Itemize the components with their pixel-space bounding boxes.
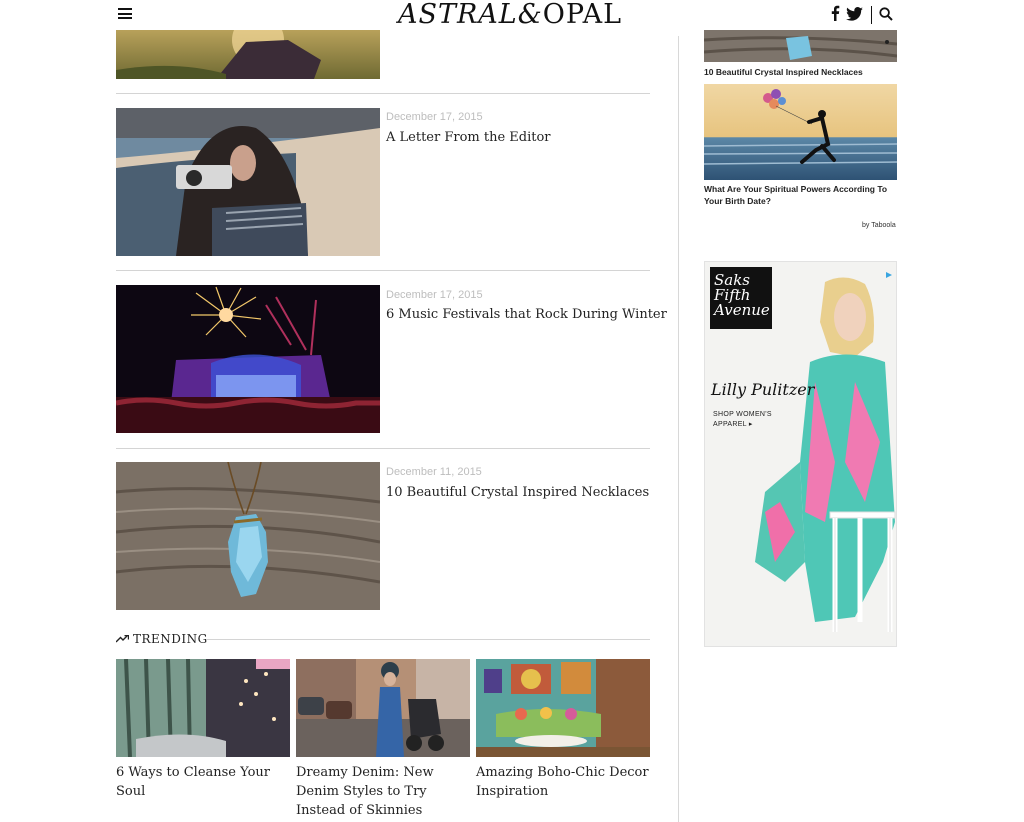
- adchoices-icon[interactable]: [885, 264, 893, 278]
- article-title[interactable]: A Letter From the Editor: [386, 130, 551, 145]
- trend-arrow-icon: [115, 632, 133, 646]
- trending-divider: [206, 639, 650, 640]
- twitter-icon[interactable]: [846, 6, 863, 25]
- ad-brand-logo: Saks Fifth Avenue: [710, 267, 772, 329]
- header-separator: [871, 6, 872, 24]
- trending-title[interactable]: Dreamy Denim: New Denim Styles to Try In…: [296, 763, 472, 820]
- article-title[interactable]: 10 Beautiful Crystal Inspired Necklaces: [386, 485, 649, 500]
- trending-thumbnail[interactable]: [116, 659, 290, 757]
- article-title[interactable]: 6 Music Festivals that Rock During Winte…: [386, 307, 667, 322]
- article-date: December 11, 2015: [386, 466, 482, 478]
- article-date: December 17, 2015: [386, 289, 483, 301]
- site-header: ASTRAL&OPAL: [0, 0, 1024, 30]
- article-thumbnail[interactable]: [116, 285, 380, 433]
- advertisement[interactable]: Saks Fifth Avenue Lilly Pulitzer SHOP WO…: [704, 261, 897, 647]
- trending-text: TRENDING: [133, 632, 208, 646]
- sidebar-rec-caption[interactable]: 10 Beautiful Crystal Inspired Necklaces: [704, 66, 896, 78]
- sidebar-rec-caption[interactable]: What Are Your Spiritual Powers According…: [704, 183, 896, 207]
- article-date: December 17, 2015: [386, 111, 483, 123]
- trending-thumbnail[interactable]: [476, 659, 650, 757]
- sidebar-rec-thumbnail[interactable]: [704, 84, 897, 180]
- search-icon[interactable]: [879, 6, 893, 25]
- hamburger-icon[interactable]: [118, 8, 132, 19]
- article-divider: [116, 93, 650, 94]
- sidebar-rec-thumbnail[interactable]: [704, 30, 897, 62]
- social-bar: [830, 5, 899, 25]
- trending-title[interactable]: Amazing Boho-Chic Decor Inspiration: [476, 763, 652, 801]
- article-thumbnail[interactable]: [116, 108, 380, 256]
- article-divider: [116, 270, 650, 271]
- column-divider: [678, 36, 679, 822]
- trending-thumbnail[interactable]: [296, 659, 470, 757]
- article-thumbnail-partial[interactable]: [116, 30, 380, 79]
- ad-brand-name: Lilly Pulitzer: [711, 380, 815, 399]
- facebook-icon[interactable]: [830, 5, 840, 25]
- ad-cta-link[interactable]: SHOP WOMEN'S APPAREL ▸: [713, 410, 793, 430]
- article-divider: [116, 448, 650, 449]
- article-thumbnail[interactable]: [116, 462, 380, 610]
- taboola-credit[interactable]: by Taboola: [862, 222, 896, 229]
- trending-title[interactable]: 6 Ways to Cleanse Your Soul: [116, 763, 292, 801]
- trending-label: TRENDING: [115, 632, 208, 646]
- site-logo[interactable]: ASTRAL&OPAL: [380, 0, 640, 30]
